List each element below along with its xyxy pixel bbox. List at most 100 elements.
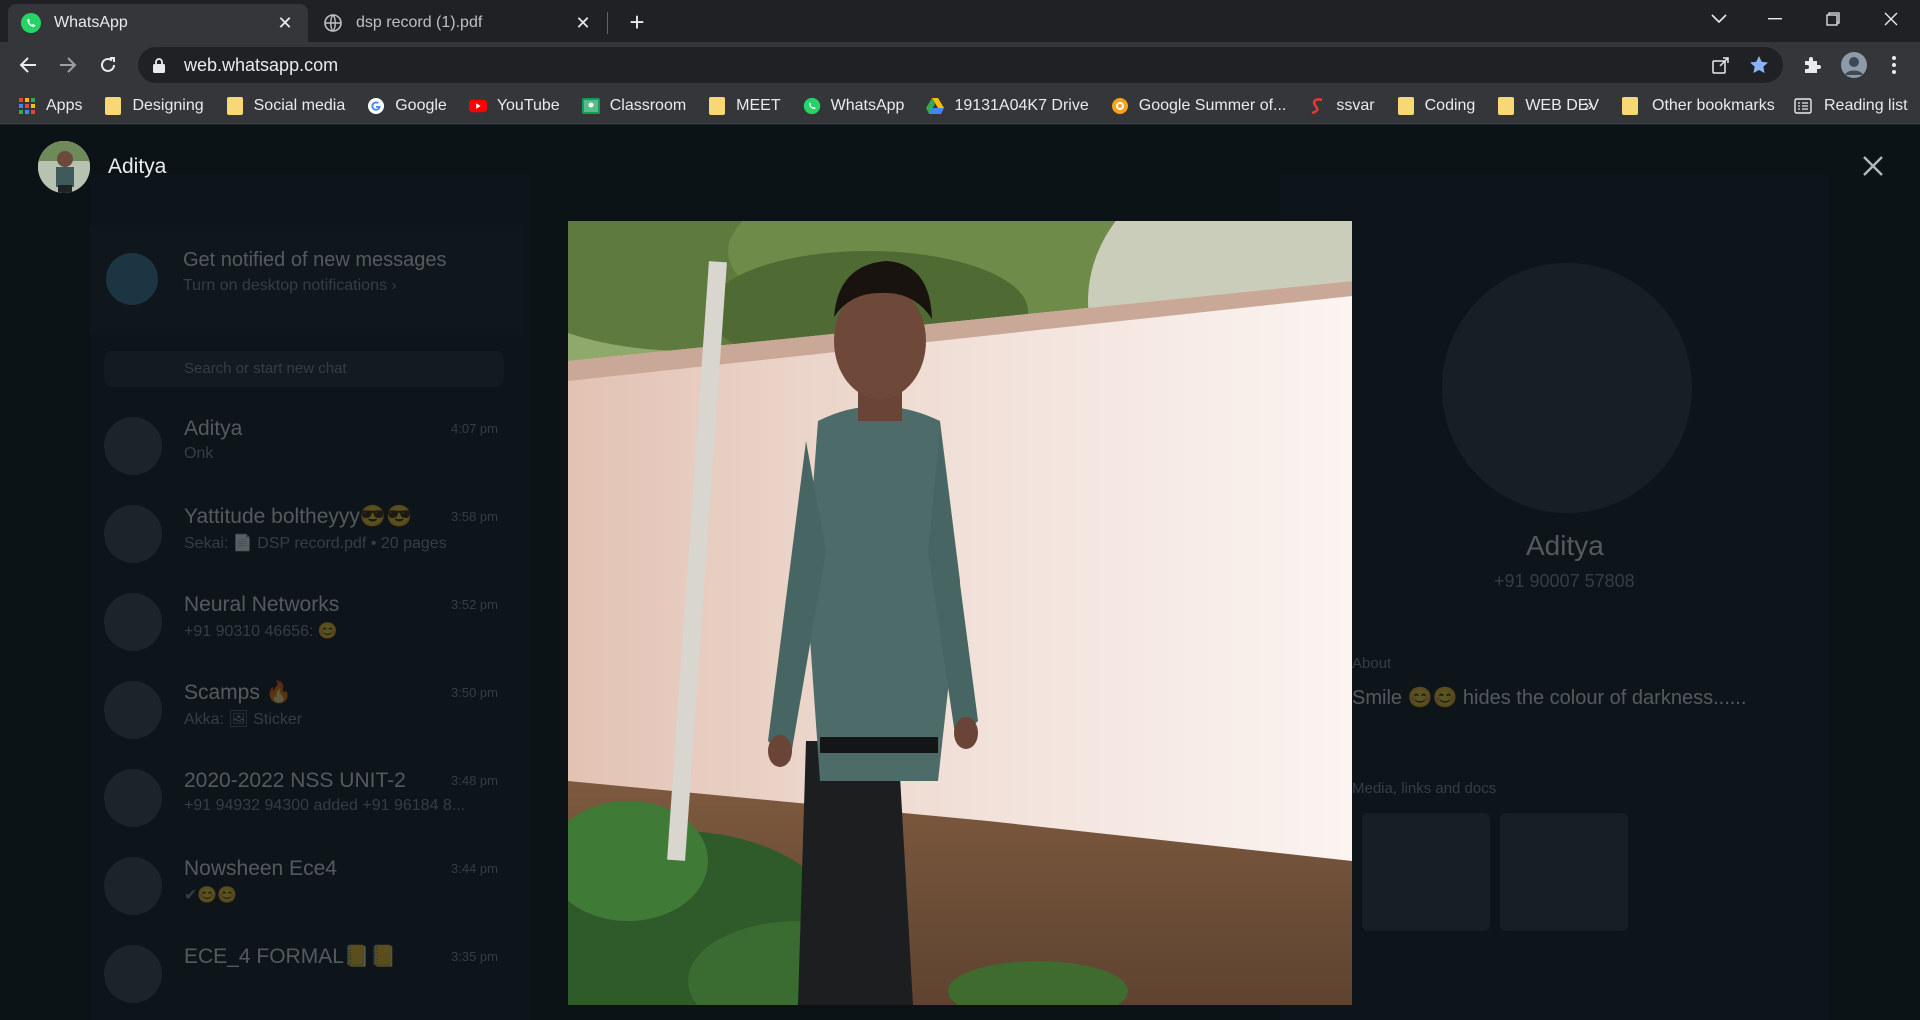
chat-time: 4:07 pm	[451, 421, 498, 436]
whatsapp-icon	[20, 12, 42, 34]
bookmark-gsoc[interactable]: Google Summer of...	[1111, 96, 1287, 115]
restore-button[interactable]	[1810, 0, 1856, 38]
tab-search-icon[interactable]	[1696, 0, 1742, 38]
about-label: About	[1352, 655, 1392, 672]
bookmark-whatsapp[interactable]: WhatsApp	[803, 96, 905, 115]
ssvar-icon	[1308, 97, 1326, 115]
notification-title: Get notified of new messages	[183, 249, 447, 271]
folder-icon	[226, 96, 244, 115]
avatar	[104, 681, 162, 739]
minimize-button[interactable]	[1752, 0, 1798, 38]
profile-name: Aditya	[1526, 530, 1604, 561]
profile-avatar[interactable]	[1838, 49, 1870, 81]
bookmark-coding[interactable]: Coding	[1397, 96, 1476, 115]
chat-name: 2020-2022 NSS UNIT-2	[184, 769, 406, 792]
photo-viewer-header: Aditya	[0, 125, 1920, 205]
chat-time: 3:58 pm	[451, 509, 498, 524]
bookmarks-bar: Apps Designing Social media Google YouTu…	[0, 88, 1920, 124]
bookmark-apps[interactable]: Apps	[18, 97, 82, 115]
contact-name: Aditya	[108, 155, 167, 178]
bookmark-label: WhatsApp	[830, 96, 905, 114]
chat-list-item: Nowsheen Ece4 ✔😊😊 3:44 pm	[104, 847, 504, 935]
forward-button[interactable]	[52, 49, 84, 81]
bookmark-drive[interactable]: 19131A04K7 Drive	[926, 96, 1089, 115]
tab-strip: WhatsApp ✕ dsp record (1).pdf ✕ +	[0, 0, 1920, 42]
notification-banner: Get notified of new messages Turn on des…	[90, 225, 522, 335]
drive-icon	[926, 97, 945, 115]
bookmark-label: YouTube	[496, 96, 560, 114]
bookmark-youtube[interactable]: YouTube	[468, 96, 560, 115]
close-window-button[interactable]	[1868, 0, 1914, 38]
youtube-icon	[468, 97, 487, 115]
extensions-icon[interactable]	[1796, 49, 1828, 81]
reload-button[interactable]	[92, 49, 124, 81]
chat-name: Nowsheen Ece4	[184, 857, 337, 880]
bookmark-social-media[interactable]: Social media	[226, 96, 345, 115]
bookmark-star-icon[interactable]	[1742, 47, 1776, 83]
other-bookmarks-label: Other bookmarks	[1652, 97, 1775, 114]
back-button[interactable]	[12, 49, 44, 81]
close-icon	[1863, 156, 1883, 176]
avatar	[104, 769, 162, 827]
chat-list-item: Yattitude boltheyyy😎😎 Sekai: 📄 DSP recor…	[104, 495, 504, 583]
close-tab-icon[interactable]: ✕	[572, 12, 594, 34]
share-icon[interactable]	[1704, 47, 1738, 83]
search-placeholder: Search or start new chat	[184, 360, 347, 377]
chat-name: Neural Networks	[184, 593, 340, 616]
reading-list-icon	[1794, 98, 1812, 114]
media-thumbnail	[1500, 813, 1628, 931]
address-bar[interactable]: web.whatsapp.com	[138, 47, 1783, 83]
chat-preview: Onk	[184, 445, 214, 462]
avatar	[104, 593, 162, 651]
gsoc-icon	[1111, 97, 1129, 115]
chat-time: 3:44 pm	[451, 861, 498, 876]
bookmark-label: Coding	[1424, 96, 1476, 114]
globe-icon	[322, 12, 344, 34]
photo-illustration	[568, 221, 1352, 1005]
chrome-menu-icon[interactable]	[1878, 49, 1910, 81]
bell-icon	[106, 253, 158, 305]
chat-preview: Akka: 🖼 Sticker	[184, 711, 303, 728]
media-label: Media, links and docs	[1352, 780, 1497, 797]
whatsapp-page: Get notified of new messages Turn on des…	[0, 125, 1920, 1020]
bookmark-meet[interactable]: MEET	[708, 96, 781, 115]
reading-list[interactable]: Reading list	[1794, 88, 1908, 124]
chat-time: 3:52 pm	[451, 597, 498, 612]
bookmarks-overflow-button[interactable]: »	[1584, 88, 1593, 124]
tab-pdf[interactable]: dsp record (1).pdf ✕	[310, 4, 606, 42]
avatar	[104, 505, 162, 563]
url-text: web.whatsapp.com	[184, 54, 339, 75]
chat-search: Search or start new chat	[104, 351, 504, 387]
chat-name: Scamps 🔥	[184, 681, 292, 704]
apps-grid-icon	[18, 97, 36, 115]
bookmark-label: Designing	[132, 96, 204, 114]
about-text: Smile 😊😊 hides the colour of darkness...…	[1352, 687, 1747, 709]
bookmark-ssvar[interactable]: ssvar	[1308, 97, 1375, 115]
bookmark-label: Google Summer of...	[1138, 96, 1287, 114]
avatar	[104, 945, 162, 1003]
bookmark-label: MEET	[736, 96, 781, 114]
folder-icon	[1497, 96, 1515, 115]
close-viewer-button[interactable]	[1856, 149, 1890, 183]
new-tab-button[interactable]: +	[622, 7, 652, 37]
chat-name: Aditya	[184, 417, 243, 440]
media-thumbnail	[1362, 813, 1490, 931]
contact-avatar[interactable]	[38, 141, 90, 193]
folder-icon	[708, 96, 726, 115]
close-tab-icon[interactable]: ✕	[274, 12, 296, 34]
tab-whatsapp[interactable]: WhatsApp ✕	[8, 4, 308, 42]
bookmark-designing[interactable]: Designing	[104, 96, 204, 115]
bookmark-label: 19131A04K7 Drive	[954, 96, 1089, 114]
bookmark-classroom[interactable]: Classroom	[581, 96, 687, 115]
tab-title: dsp record (1).pdf	[356, 14, 483, 31]
folder-icon	[1622, 97, 1640, 115]
profile-photo	[1442, 263, 1692, 513]
chat-list-item: ECE_4 FORMAL📒📒 3:35 pm	[104, 935, 504, 1020]
other-bookmarks[interactable]: Other bookmarks	[1622, 88, 1775, 124]
avatar	[104, 857, 162, 915]
google-icon	[367, 97, 385, 115]
bookmark-label: Classroom	[609, 96, 687, 114]
avatar	[104, 417, 162, 475]
profile-photo-large	[568, 221, 1352, 1005]
bookmark-google[interactable]: Google	[367, 97, 447, 115]
